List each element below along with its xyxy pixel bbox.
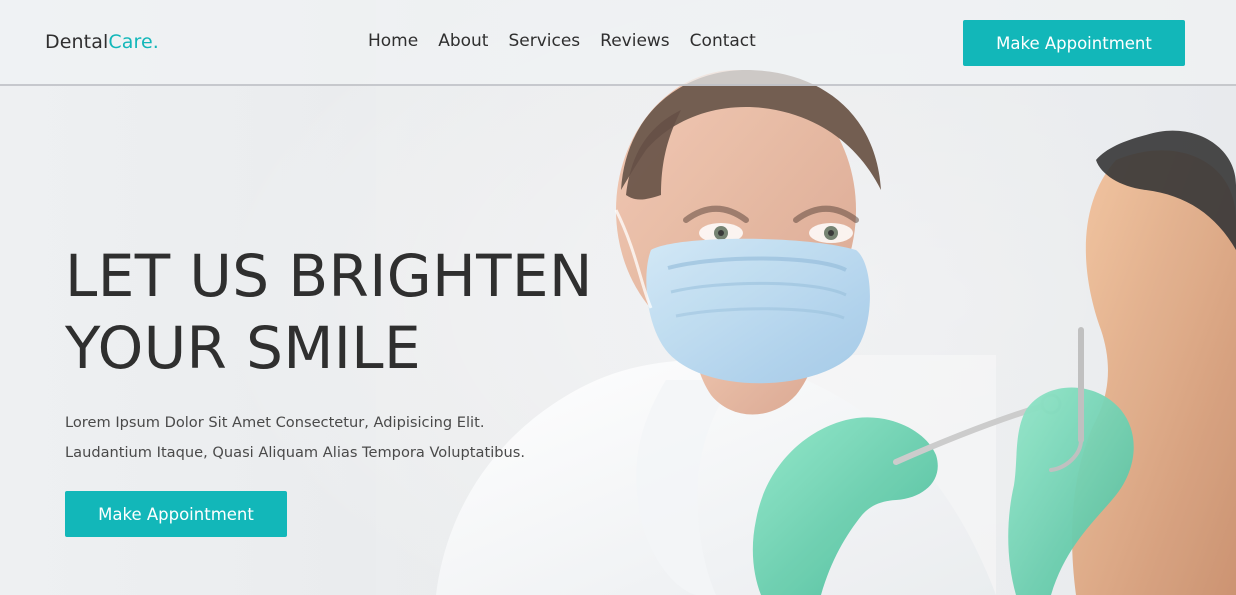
hero-headline-line-1: LET US BRIGHTEN bbox=[65, 242, 593, 310]
brand-name-accent: Care. bbox=[108, 31, 159, 53]
nav-services-link[interactable]: Services bbox=[508, 31, 580, 51]
nav-home-link[interactable]: Home bbox=[368, 31, 418, 51]
hero-make-appointment-button[interactable]: Make Appointment bbox=[65, 491, 287, 537]
hero-headline: LET US BRIGHTEN YOUR SMILE bbox=[65, 240, 625, 384]
hero-subtext-line-2: Laudantium Itaque, Quasi Aliquam Alias T… bbox=[65, 444, 526, 461]
hero-subtext-line-1: Lorem Ipsum Dolor Sit Amet Consectetur, … bbox=[65, 414, 485, 431]
hero-subtext: Lorem Ipsum Dolor Sit Amet Consectetur, … bbox=[65, 408, 585, 468]
primary-nav: Home About Services Reviews Contact bbox=[368, 31, 756, 51]
hero-section: LET US BRIGHTEN YOUR SMILE Lorem Ipsum D… bbox=[65, 240, 625, 537]
hero-headline-line-2: YOUR SMILE bbox=[65, 314, 422, 382]
nav-contact-link[interactable]: Contact bbox=[690, 31, 756, 51]
brand-logo[interactable]: DentalCare. bbox=[45, 31, 159, 53]
nav-about-link[interactable]: About bbox=[438, 31, 488, 51]
site-header: DentalCare. Home About Services Reviews … bbox=[0, 0, 1236, 86]
brand-name-primary: Dental bbox=[45, 31, 109, 53]
header-make-appointment-button[interactable]: Make Appointment bbox=[963, 20, 1185, 66]
nav-reviews-link[interactable]: Reviews bbox=[600, 31, 670, 51]
